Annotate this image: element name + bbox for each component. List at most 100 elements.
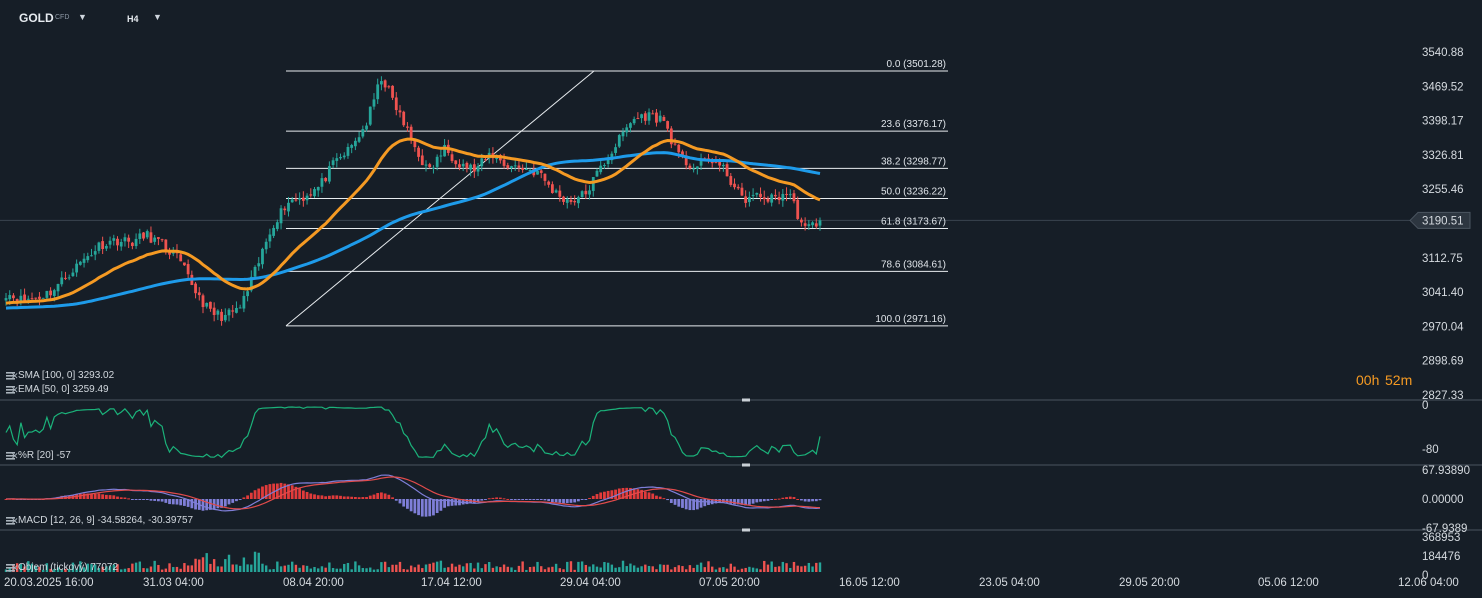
price-axis: 3540.88 3469.52 3398.17 3326.81 3255.46 3112.… [1409, 47, 1471, 582]
candle-body [461, 163, 465, 167]
macd-histogram-bar [517, 499, 521, 500]
candle-body [725, 164, 729, 177]
ema-legend[interactable]: EMA [50, 0] 3259.49 [18, 384, 109, 395]
macd-histogram-bar [164, 499, 168, 503]
time-axis-label: 29.05 20:00 [1119, 577, 1180, 589]
candle-body [562, 196, 565, 202]
candle-body [104, 245, 108, 249]
candle-body [246, 291, 249, 297]
williams-r-legend[interactable]: %R [20] -57 [18, 450, 71, 461]
volume-bar [253, 551, 257, 572]
candle-body [543, 173, 547, 181]
candle-body [350, 145, 354, 148]
williams-r-line [5, 406, 821, 459]
volume-bar [461, 566, 465, 572]
macd-histogram-bar [327, 495, 331, 499]
volume-bar [696, 564, 699, 572]
candle-body [335, 158, 339, 161]
macd-histogram-bar [365, 497, 368, 499]
macd-histogram-bar [160, 499, 164, 502]
indicator-axis-label: -80 [1422, 444, 1439, 456]
candle-body [268, 234, 272, 242]
fib-level-label: 23.6 (3376.17) [881, 119, 946, 130]
candle-body [740, 187, 744, 196]
volume-bar [725, 568, 729, 572]
volume-bar [160, 569, 164, 572]
fib-level-label: 0.0 (3501.28) [887, 59, 947, 70]
volume-bar [339, 568, 342, 572]
candle-body [116, 238, 119, 246]
price-axis-label: 3255.46 [1422, 184, 1464, 196]
macd-histogram-bar [171, 499, 175, 505]
candle-body [469, 164, 473, 170]
fib-level-label: 100.0 (2971.16) [875, 314, 946, 325]
volume-legend[interactable]: Objem (tickový) 77072 [18, 562, 118, 573]
volume-bar [670, 569, 673, 572]
volume-bar [632, 565, 636, 572]
macd-histogram-bar [658, 496, 662, 499]
macd-histogram-bar [145, 499, 149, 500]
candle-body [130, 242, 134, 247]
candle-body [331, 160, 335, 166]
candle-body [387, 86, 391, 88]
volume-bar [484, 564, 487, 572]
volume-bar [751, 567, 755, 572]
candle-body [647, 112, 651, 121]
price-axis-label: 2970.04 [1422, 321, 1464, 333]
macd-histogram-bar [584, 499, 588, 500]
candle-body [223, 314, 227, 321]
candle-body [67, 277, 71, 279]
candle-body [183, 262, 186, 266]
candle-body [90, 255, 93, 257]
macd-histogram-bar [413, 499, 417, 514]
price-axis-label: 3112.75 [1422, 253, 1463, 265]
volume-bar [313, 566, 316, 572]
candle-body [402, 111, 406, 126]
macd-histogram-bar [313, 494, 316, 499]
candle-body [320, 178, 324, 187]
macd-histogram-bar [357, 497, 361, 499]
chart-canvas[interactable]: 0.0 (3501.28) 23.6 (3376.17) 38.2 (3298.77… [0, 0, 1482, 598]
macd-histogram-bar [796, 498, 800, 500]
volume-bar [235, 564, 238, 572]
sma-legend[interactable]: SMA [100, 0] 3293.02 [18, 370, 115, 381]
candle-body [194, 283, 197, 294]
macd-histogram-bar [669, 499, 673, 504]
candle-body [688, 165, 692, 169]
macd-histogram-bar [305, 491, 309, 499]
macd-legend[interactable]: MACD [12, 26, 9] -34.58264, -30.39757 [18, 515, 194, 526]
time-axis-label: 07.05 20:00 [699, 577, 760, 589]
price-axis-label: 2898.69 [1422, 356, 1464, 368]
candle-body [662, 117, 666, 121]
candle-body [60, 277, 64, 285]
legend-options-icon: ✕ [6, 371, 19, 381]
candle-body [796, 199, 800, 219]
macd-histogram-bar [335, 495, 339, 499]
indicator-axis-label: 368953 [1422, 532, 1460, 544]
volume-bar [153, 560, 156, 572]
macd-histogram-bar [417, 499, 420, 516]
williams-r-pane [5, 406, 821, 459]
volume-bar [209, 563, 212, 572]
macd-histogram-bar [216, 499, 220, 509]
macd-histogram-bar [134, 499, 138, 500]
candle-body [521, 168, 525, 170]
candle-body [480, 158, 484, 167]
macd-histogram-bar [238, 499, 242, 500]
candle-body [736, 186, 740, 189]
time-axis-label: 23.05 04:00 [979, 577, 1040, 589]
volume-bar [268, 569, 272, 572]
macd-histogram-bar [361, 497, 365, 499]
macd-histogram-bar [521, 499, 525, 500]
time-axis-label: 31.03 04:00 [143, 577, 204, 589]
volume-bar [621, 560, 625, 572]
volume-bar [343, 563, 346, 572]
candle-body [573, 200, 577, 203]
volume-bar [658, 564, 662, 572]
volume-bar [606, 562, 610, 572]
volume-bar [294, 564, 298, 572]
legend-icons: ✕ ✕ ✕ ✕ ✕ [6, 371, 19, 573]
candle-body [372, 99, 376, 107]
candle-body [253, 266, 257, 277]
candle-body [417, 147, 420, 157]
